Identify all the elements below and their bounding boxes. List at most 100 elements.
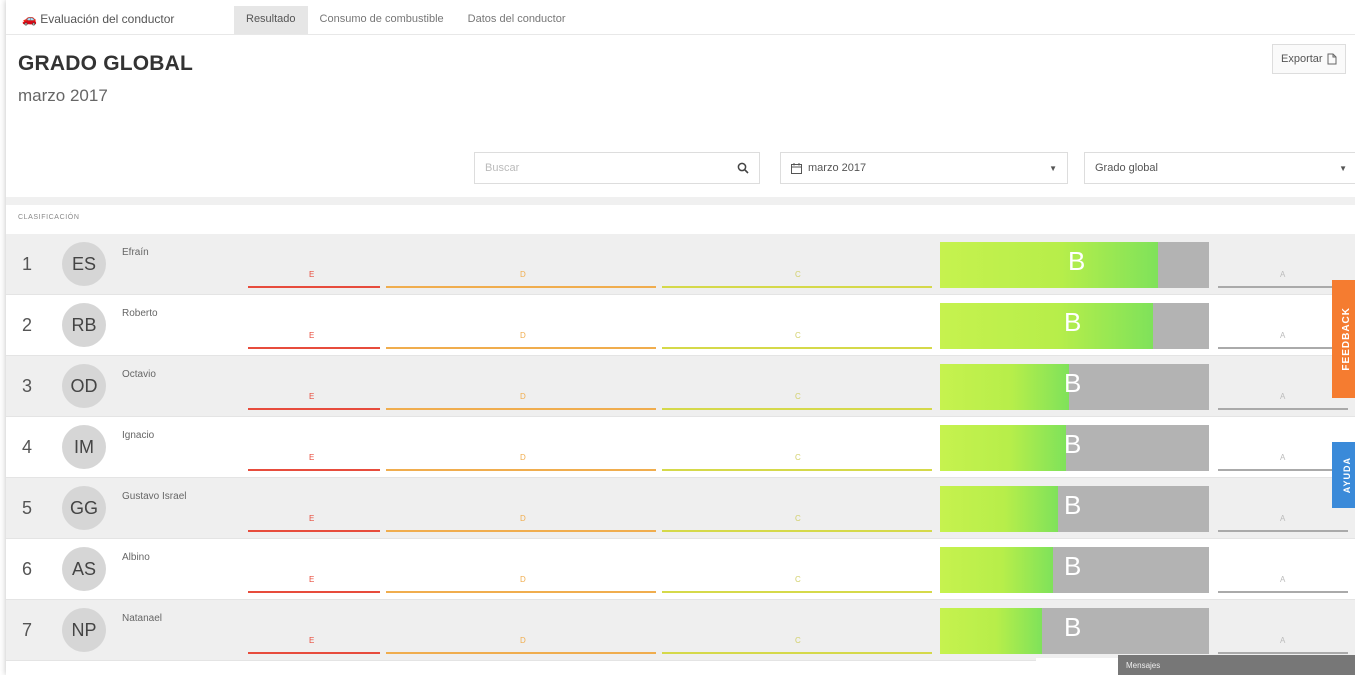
rank-number: 1 xyxy=(22,254,33,274)
grade-bar: B xyxy=(940,608,1209,654)
driver-name[interactable]: Octavio xyxy=(122,369,156,380)
segment-d xyxy=(386,286,656,288)
segment-c xyxy=(662,347,932,349)
grade-letter: B xyxy=(1064,429,1082,459)
segment-e xyxy=(248,347,380,349)
table-row[interactable]: 1 ES Efraín E D C B A xyxy=(6,234,1355,295)
tab-divider xyxy=(6,34,1355,35)
segment-c xyxy=(662,530,932,532)
tab-bar: 🚗 Evaluación del conductor Resultado Con… xyxy=(6,6,1355,34)
segment-d xyxy=(386,347,656,349)
segment-label-c: C xyxy=(795,636,801,645)
segment-a xyxy=(1218,591,1348,593)
grade-letter: B xyxy=(1068,246,1086,276)
segment-c xyxy=(662,408,932,410)
segment-label-a: A xyxy=(1280,453,1286,462)
rank-number: 6 xyxy=(22,559,33,579)
table-row[interactable]: 6 AS Albino E D C B A xyxy=(6,539,1355,600)
segment-a xyxy=(1218,530,1348,532)
segment-a xyxy=(1218,469,1348,471)
calendar-icon xyxy=(791,162,802,174)
segment-label-a: A xyxy=(1280,392,1286,401)
table-row[interactable]: 3 OD Octavio E D C B A xyxy=(6,356,1355,417)
segment-c xyxy=(662,652,932,654)
segment-label-a: A xyxy=(1280,575,1286,584)
segment-label-e: E xyxy=(309,453,315,462)
table-row[interactable]: 7 NP Natanael E D C B A xyxy=(6,600,1355,661)
date-select[interactable]: marzo 2017 ▼ xyxy=(780,152,1068,184)
grade-select[interactable]: Grado global ▼ xyxy=(1084,152,1355,184)
table-row[interactable]: 4 IM Ignacio E D C B A xyxy=(6,417,1355,478)
ranking-list: 1 ES Efraín E D C B A 2 RB Roberto E D C B A 3 OD Octavio E… xyxy=(6,234,1355,661)
grade-bar-fill xyxy=(940,364,1069,410)
segment-label-d: D xyxy=(520,270,526,279)
segment-label-d: D xyxy=(520,575,526,584)
page-title: GRADO GLOBAL xyxy=(18,52,194,75)
avatar: NP xyxy=(62,608,106,652)
segment-label-a: A xyxy=(1280,270,1286,279)
grade-bar-fill xyxy=(940,547,1053,593)
rank-number: 5 xyxy=(22,498,33,518)
grade-bar-fill xyxy=(940,303,1153,349)
messages-label: Mensajes xyxy=(1126,661,1161,670)
search-icon[interactable] xyxy=(737,162,749,174)
segment-d xyxy=(386,652,656,654)
segment-label-e: E xyxy=(309,514,315,523)
driver-name[interactable]: Natanael xyxy=(122,613,162,624)
export-button[interactable]: Exportar xyxy=(1272,44,1346,74)
grade-bar-fill xyxy=(940,242,1158,288)
segment-label-d: D xyxy=(520,636,526,645)
segment-label-e: E xyxy=(309,331,315,340)
page-subtitle: marzo 2017 xyxy=(18,86,108,105)
segment-label-e: E xyxy=(309,575,315,584)
grade-bar: B xyxy=(940,364,1209,410)
caret-down-icon: ▼ xyxy=(1339,163,1347,173)
segment-d xyxy=(386,408,656,410)
segment-label-d: D xyxy=(520,392,526,401)
table-row[interactable]: 5 GG Gustavo Israel E D C B A xyxy=(6,478,1355,539)
grade-select-value: Grado global xyxy=(1095,162,1158,174)
segment-label-a: A xyxy=(1280,514,1286,523)
avatar: AS xyxy=(62,547,106,591)
segment-label-c: C xyxy=(795,392,801,401)
tab-app-title[interactable]: 🚗 Evaluación del conductor xyxy=(6,6,234,34)
tab-resultado[interactable]: Resultado xyxy=(234,6,308,34)
grade-bar-fill xyxy=(940,425,1066,471)
avatar: ES xyxy=(62,242,106,286)
driver-name[interactable]: Efraín xyxy=(122,247,149,258)
avatar: GG xyxy=(62,486,106,530)
segment-c xyxy=(662,286,932,288)
driver-name[interactable]: Gustavo Israel xyxy=(122,491,186,502)
segment-label-e: E xyxy=(309,270,315,279)
segment-e xyxy=(248,652,380,654)
export-label: Exportar xyxy=(1281,53,1323,65)
help-tab[interactable]: AYUDA xyxy=(1332,442,1355,508)
segment-label-e: E xyxy=(309,636,315,645)
segment-label-c: C xyxy=(795,270,801,279)
segment-label-c: C xyxy=(795,575,801,584)
car-icon: 🚗 xyxy=(22,12,37,26)
grade-bar-fill xyxy=(940,608,1042,654)
tab-consumo[interactable]: Consumo de combustible xyxy=(308,6,456,34)
segment-label-d: D xyxy=(520,514,526,523)
search-box xyxy=(474,152,760,184)
tab-datos[interactable]: Datos del conductor xyxy=(456,6,578,34)
driver-name[interactable]: Ignacio xyxy=(122,430,154,441)
search-input[interactable] xyxy=(485,162,737,174)
driver-name[interactable]: Roberto xyxy=(122,308,158,319)
messages-bar[interactable]: Mensajes xyxy=(1118,655,1355,675)
segment-d xyxy=(386,469,656,471)
segment-label-d: D xyxy=(520,453,526,462)
grade-bar: B xyxy=(940,486,1209,532)
table-row[interactable]: 2 RB Roberto E D C B A xyxy=(6,295,1355,356)
caret-down-icon: ▼ xyxy=(1049,163,1057,173)
feedback-tab[interactable]: FEEDBACK xyxy=(1332,280,1355,398)
rank-number: 3 xyxy=(22,376,33,396)
segment-e xyxy=(248,591,380,593)
grade-bar: B xyxy=(940,303,1209,349)
date-select-value: marzo 2017 xyxy=(808,162,867,174)
grade-letter: B xyxy=(1064,490,1082,520)
driver-name[interactable]: Albino xyxy=(122,552,150,563)
messages-divider xyxy=(1036,658,1118,662)
segment-label-c: C xyxy=(795,514,801,523)
